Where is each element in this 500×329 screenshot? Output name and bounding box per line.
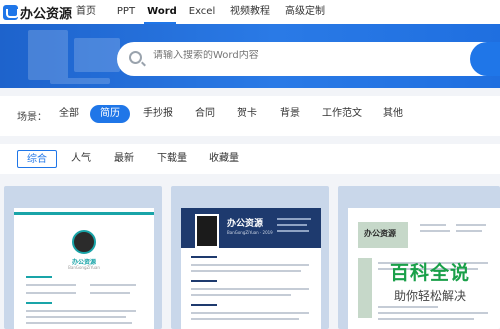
nav-item-custom[interactable]: 高级定制	[278, 0, 332, 24]
scene-chip-handwritten-newspaper[interactable]: 手抄报	[140, 105, 176, 123]
search-icon	[129, 51, 142, 64]
scene-label: 场景：	[17, 112, 47, 123]
template-card[interactable]: 办公资源 BanGongZiYuan · 2019	[171, 186, 329, 329]
logo-icon	[3, 4, 19, 20]
scene-chip-work-writing[interactable]: 工作范文	[320, 105, 364, 123]
resume-preview: 办公资源 BanGongZiYuan	[14, 208, 154, 329]
sort-downloads[interactable]: 下载量	[155, 150, 189, 168]
nav-item-word[interactable]: Word	[142, 0, 182, 24]
scene-chip-contract[interactable]: 合同	[192, 105, 218, 123]
scene-chip-other[interactable]: 其他	[380, 105, 406, 123]
sort-newest[interactable]: 最新	[111, 150, 137, 168]
nav-item-video-tutorials[interactable]: 视频教程	[222, 0, 278, 24]
sort-popularity[interactable]: 人气	[68, 150, 94, 168]
nav-item-ppt[interactable]: PPT	[110, 0, 142, 24]
card-subtitle: BanGongZiYuan	[68, 265, 100, 270]
search-input[interactable]	[153, 50, 353, 61]
scene-filter: 场景： 全部 简历 手抄报 合同 贺卡 背景 工作范文 其他	[0, 96, 500, 136]
nav-item-home[interactable]: 首页	[62, 0, 110, 24]
watermark: 百科全说 助你轻松解决	[360, 258, 500, 304]
search-box[interactable]	[117, 42, 500, 76]
watermark-title: 百科全说	[389, 262, 470, 284]
scene-chip-background[interactable]: 背景	[277, 105, 303, 123]
scene-chip-resume[interactable]: 简历	[90, 105, 130, 123]
nav-item-excel[interactable]: Excel	[182, 0, 222, 24]
card-title: 办公资源	[364, 229, 396, 238]
card-subtitle: BanGongZiYuan · 2019	[227, 230, 273, 235]
avatar	[195, 214, 219, 248]
search-banner	[0, 24, 500, 88]
scene-chip-all[interactable]: 全部	[56, 105, 82, 123]
sort-comprehensive[interactable]: 综合	[17, 150, 57, 168]
template-card[interactable]: 办公资源 BanGongZiYuan	[4, 186, 162, 329]
resume-preview: 办公资源 BanGongZiYuan · 2019	[181, 208, 321, 329]
sort-bar: 综合 人气 最新 下载量 收藏量	[0, 144, 500, 174]
watermark-subtitle: 助你轻松解决	[393, 289, 466, 303]
scene-chip-card[interactable]: 贺卡	[234, 105, 260, 123]
search-button[interactable]	[470, 42, 500, 76]
sort-favorites[interactable]: 收藏量	[207, 150, 241, 168]
card-title: 办公资源	[227, 219, 264, 229]
banner-decoration	[20, 24, 130, 88]
avatar	[72, 230, 96, 254]
top-nav: 办公资源 首页 PPT Word Excel 视频教程 高级定制	[0, 0, 500, 24]
